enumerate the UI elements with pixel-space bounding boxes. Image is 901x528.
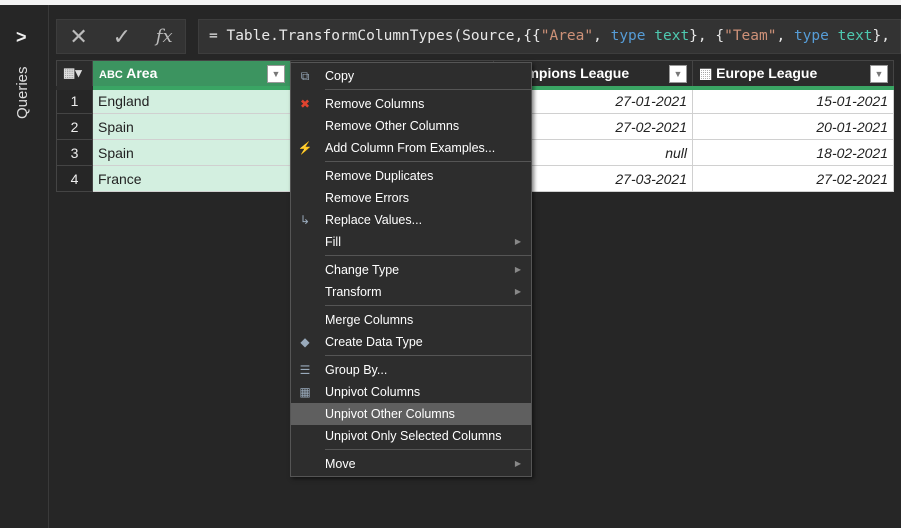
- menu-item-label: Transform: [325, 285, 382, 299]
- menu-item-unpivot-only-selected-columns[interactable]: Unpivot Only Selected Columns: [291, 425, 531, 447]
- table-cell[interactable]: England: [92, 87, 291, 114]
- formula-token: type: [793, 28, 829, 44]
- menu-item-label: Unpivot Other Columns: [325, 407, 455, 421]
- filter-dropdown-icon[interactable]: ▼: [267, 65, 285, 83]
- formula-token: [829, 28, 838, 44]
- menu-item-add-column-from-examples[interactable]: ⚡ Add Column From Examples...: [291, 137, 531, 159]
- menu-item-unpivot-columns[interactable]: ▦ Unpivot Columns: [291, 381, 531, 403]
- table-cell[interactable]: 27-02-2021: [692, 165, 894, 192]
- remove-columns-icon: ✖: [299, 97, 311, 111]
- commit-icon[interactable]: ✓: [113, 24, 131, 50]
- formula-token: text: [837, 28, 873, 44]
- menu-item-label: Change Type: [325, 263, 400, 277]
- menu-separator: [325, 355, 531, 356]
- window-top-strip: [0, 0, 901, 5]
- submenu-arrow-icon: ▶: [514, 237, 521, 246]
- formula-token: }, {: [689, 28, 725, 44]
- replace-values-icon: ↳: [299, 213, 311, 227]
- menu-item-label: Group By...: [325, 363, 388, 377]
- menu-item-remove-columns[interactable]: ✖ Remove Columns: [291, 93, 531, 115]
- formula-token: ,: [593, 28, 611, 44]
- cancel-icon[interactable]: ✕: [69, 24, 87, 50]
- submenu-arrow-icon: ▶: [514, 459, 521, 468]
- column-header-area[interactable]: ABC Area ▼: [92, 60, 291, 90]
- menu-item-merge-columns[interactable]: Merge Columns: [291, 309, 531, 331]
- menu-separator: [325, 161, 531, 162]
- formula-token: [646, 28, 655, 44]
- column-name: Area: [126, 65, 158, 82]
- table-cell[interactable]: Spain: [92, 113, 291, 140]
- text-type-icon: ABC: [99, 69, 123, 82]
- table-cell[interactable]: France: [92, 165, 291, 192]
- menu-item-label: Replace Values...: [325, 213, 423, 227]
- menu-item-transform[interactable]: Transform ▶: [291, 281, 531, 303]
- queries-pane: > Queries: [0, 5, 49, 528]
- formula-token: = Table.TransformColumnTypes(Source,{{: [209, 28, 541, 44]
- menu-item-label: Remove Columns: [325, 97, 425, 111]
- menu-item-replace-values[interactable]: ↳ Replace Values...: [291, 209, 531, 231]
- table-cell[interactable]: Spain: [92, 139, 291, 166]
- column-name: Europe League: [716, 64, 818, 81]
- menu-item-remove-other-columns[interactable]: Remove Other Columns: [291, 115, 531, 137]
- submenu-arrow-icon: ▶: [514, 265, 521, 274]
- data-type-icon: ◆: [300, 335, 310, 349]
- menu-item-move[interactable]: Move ▶: [291, 453, 531, 475]
- menu-item-label: Merge Columns: [325, 313, 414, 327]
- menu-item-remove-duplicates[interactable]: Remove Duplicates: [291, 165, 531, 187]
- menu-item-change-type[interactable]: Change Type ▶: [291, 259, 531, 281]
- copy-icon: ⧉: [300, 69, 310, 83]
- unpivot-icon: ▦: [299, 385, 311, 399]
- menu-item-label: Copy: [325, 69, 355, 83]
- menu-item-copy[interactable]: ⧉ Copy: [291, 65, 531, 87]
- menu-separator: [325, 255, 531, 256]
- date-type-icon: ▦: [699, 64, 713, 81]
- queries-label[interactable]: Queries: [14, 66, 31, 119]
- menu-item-label: Unpivot Only Selected Columns: [325, 429, 502, 443]
- formula-buttons: ✕ ✓ fx: [56, 19, 186, 54]
- submenu-arrow-icon: ▶: [514, 287, 521, 296]
- add-column-examples-icon: ⚡: [297, 141, 313, 155]
- formula-token: type: [610, 28, 646, 44]
- formula-token: "Team": [724, 28, 777, 44]
- table-cell[interactable]: 3: [56, 139, 93, 166]
- menu-item-fill[interactable]: Fill ▶: [291, 231, 531, 253]
- expand-queries-icon[interactable]: >: [16, 27, 27, 48]
- menu-item-remove-errors[interactable]: Remove Errors: [291, 187, 531, 209]
- context-menu: ⧉ Copy ✖ Remove Columns Remove Other Columns…: [290, 62, 532, 477]
- table-cell[interactable]: 4: [56, 165, 93, 192]
- menu-separator: [325, 89, 531, 90]
- formula-token: }, {: [872, 28, 900, 44]
- menu-item-label: Add Column From Examples...: [325, 141, 496, 155]
- formula-input[interactable]: = Table.TransformColumnTypes(Source,{{"A…: [198, 19, 901, 54]
- group-by-icon: ☰: [299, 363, 311, 377]
- menu-item-unpivot-other-columns[interactable]: Unpivot Other Columns: [291, 403, 531, 425]
- formula-token: "Area": [540, 28, 594, 44]
- filter-dropdown-icon[interactable]: ▼: [870, 65, 888, 83]
- menu-item-create-data-type[interactable]: ◆ Create Data Type: [291, 331, 531, 353]
- menu-separator: [325, 305, 531, 306]
- menu-item-label: Remove Other Columns: [325, 119, 460, 133]
- menu-item-label: Unpivot Columns: [325, 385, 421, 399]
- menu-item-label: Remove Errors: [325, 191, 410, 205]
- table-menu-button[interactable]: ▦▾: [56, 60, 93, 90]
- fx-icon[interactable]: fx: [156, 26, 173, 47]
- menu-item-label: Fill: [325, 235, 341, 249]
- filter-dropdown-icon[interactable]: ▼: [669, 65, 687, 83]
- table-cell[interactable]: 2: [56, 113, 93, 140]
- menu-item-label: Create Data Type: [325, 335, 423, 349]
- menu-item-label: Move: [325, 457, 356, 471]
- menu-separator: [325, 449, 531, 450]
- table-cell[interactable]: 18-02-2021: [692, 139, 894, 166]
- table-cell[interactable]: 1: [56, 87, 93, 114]
- table-cell[interactable]: 20-01-2021: [692, 113, 894, 140]
- menu-item-label: Remove Duplicates: [325, 169, 434, 183]
- formula-token: ,: [776, 28, 794, 44]
- column-header-europe-league[interactable]: ▦ Europe League ▼: [692, 60, 894, 90]
- table-cell[interactable]: 15-01-2021: [692, 87, 894, 114]
- formula-token: text: [654, 28, 690, 44]
- menu-item-group-by[interactable]: ☰ Group By...: [291, 359, 531, 381]
